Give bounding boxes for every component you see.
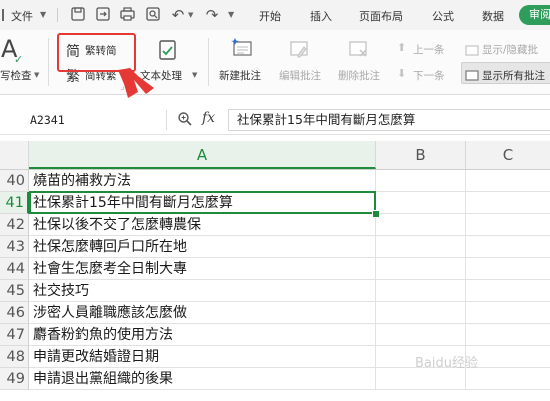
spell-check-button[interactable]: 写检查 bbox=[0, 68, 32, 83]
cell-b[interactable] bbox=[376, 302, 466, 324]
active-cell-border bbox=[29, 191, 376, 214]
ribbon-separator bbox=[48, 38, 49, 86]
row-header[interactable]: 48 bbox=[0, 346, 29, 368]
delete-comment-button[interactable]: 删除批注 bbox=[338, 68, 380, 83]
column-header-row: A B C bbox=[0, 141, 550, 170]
cell-b[interactable] bbox=[376, 214, 466, 236]
cell-c[interactable] bbox=[466, 236, 550, 258]
cell-c[interactable] bbox=[466, 170, 550, 192]
previous-comment-button[interactable]: 上一条 bbox=[413, 42, 445, 57]
cell-a[interactable]: 社交技巧 bbox=[29, 280, 376, 302]
cell-c[interactable] bbox=[466, 258, 550, 280]
cell-c[interactable] bbox=[466, 214, 550, 236]
print-preview-icon[interactable] bbox=[145, 7, 161, 23]
formula-separator bbox=[166, 110, 167, 130]
cell-a[interactable]: 社保以後不交了怎麼轉農保 bbox=[29, 214, 376, 236]
customize-toolbar-icon[interactable]: ▼ bbox=[228, 10, 234, 19]
edit-comment-icon bbox=[289, 40, 311, 64]
row-header[interactable]: 47 bbox=[0, 324, 29, 346]
cell-a[interactable]: 申請更改結婚證日期 bbox=[29, 346, 376, 368]
spell-check-dropdown-icon[interactable]: ▼ bbox=[34, 71, 39, 79]
cell-b[interactable] bbox=[376, 258, 466, 280]
column-header-b[interactable]: B bbox=[376, 141, 466, 169]
cell-b[interactable] bbox=[376, 368, 466, 390]
row-header[interactable]: 42 bbox=[0, 214, 29, 236]
edit-comment-button[interactable]: 编辑批注 bbox=[279, 68, 321, 83]
undo-icon[interactable]: ↶ bbox=[170, 7, 186, 23]
cell-b[interactable] bbox=[376, 280, 466, 302]
export-icon[interactable] bbox=[95, 7, 111, 23]
save-icon[interactable] bbox=[70, 7, 86, 23]
show-hide-comment-button[interactable]: 显示/隐藏批 bbox=[482, 42, 538, 57]
next-comment-icon: ⬇ bbox=[397, 67, 407, 80]
show-all-comments-icon bbox=[465, 67, 479, 86]
delete-comment-icon bbox=[348, 40, 370, 64]
ribbon-separator bbox=[208, 38, 209, 86]
undo-dropdown-icon[interactable]: ▼ bbox=[188, 11, 193, 19]
cell-a[interactable]: 麝香粉釣魚的使用方法 bbox=[29, 324, 376, 346]
new-comment-button[interactable]: 新建批注 bbox=[219, 68, 261, 83]
tab-review[interactable]: 审阅 bbox=[519, 5, 550, 25]
cell-a[interactable]: 申請退出黨組織的後果 bbox=[29, 368, 376, 390]
cell-c[interactable] bbox=[466, 280, 550, 302]
tab-page-layout[interactable]: 页面布局 bbox=[359, 8, 403, 24]
show-all-comments-button[interactable]: 显示所有批注 bbox=[482, 68, 545, 83]
row-header[interactable]: 49 bbox=[0, 368, 29, 390]
redo-icon[interactable]: ↷ bbox=[204, 7, 220, 23]
zoom-search-icon[interactable] bbox=[177, 111, 193, 131]
red-arrow-icon bbox=[118, 68, 154, 98]
cell-a[interactable]: 社保怎麼轉回戶口所在地 bbox=[29, 236, 376, 258]
print-icon[interactable] bbox=[119, 7, 135, 23]
cell-b[interactable] bbox=[376, 324, 466, 346]
cell-c[interactable] bbox=[466, 302, 550, 324]
file-menu[interactable]: 文件 bbox=[11, 8, 33, 24]
cell-b[interactable] bbox=[376, 236, 466, 258]
row-header[interactable]: 43 bbox=[0, 236, 29, 258]
cell-a[interactable]: 社會生怎麼考全日制大專 bbox=[29, 258, 376, 280]
column-header-c[interactable]: C bbox=[466, 141, 550, 169]
cell-c[interactable] bbox=[466, 192, 550, 214]
fx-label[interactable]: fx bbox=[202, 110, 215, 126]
text-processing-icon bbox=[157, 39, 179, 65]
cell-c[interactable] bbox=[466, 324, 550, 346]
cell-b[interactable] bbox=[376, 170, 466, 192]
column-header-a[interactable]: A bbox=[29, 141, 376, 169]
menu-toggle-icon[interactable] bbox=[0, 9, 8, 21]
cell-a[interactable]: 涉密人員離職應該怎麼做 bbox=[29, 302, 376, 324]
new-comment-icon bbox=[231, 37, 255, 65]
text-processing-dropdown-icon[interactable]: ▼ bbox=[192, 71, 197, 79]
row-header[interactable]: 44 bbox=[0, 258, 29, 280]
row-header[interactable]: 46 bbox=[0, 302, 29, 324]
file-dropdown-icon[interactable]: ▼ bbox=[40, 10, 46, 19]
row-header[interactable]: 45 bbox=[0, 280, 29, 302]
cell-b[interactable] bbox=[376, 192, 466, 214]
previous-comment-icon: ⬆ bbox=[397, 41, 407, 54]
tab-insert[interactable]: 插入 bbox=[310, 8, 332, 24]
name-box[interactable]: A2341 bbox=[0, 110, 160, 130]
next-comment-button[interactable]: 下一条 bbox=[413, 68, 445, 83]
tab-data[interactable]: 数据 bbox=[482, 8, 504, 24]
tab-home[interactable]: 开始 bbox=[259, 8, 281, 24]
cell-c[interactable] bbox=[466, 346, 550, 368]
tab-formula[interactable]: 公式 bbox=[432, 8, 454, 24]
show-hide-comment-icon bbox=[465, 42, 479, 61]
highlight-box bbox=[57, 33, 136, 72]
spell-check-wave-icon: ✓ bbox=[14, 53, 24, 66]
cell-a[interactable]: 燒苗的補救方法 bbox=[29, 170, 376, 192]
fill-handle[interactable] bbox=[372, 210, 380, 218]
cell-c[interactable] bbox=[466, 368, 550, 390]
menubar-separator bbox=[57, 8, 58, 22]
formula-input[interactable]: 社保累計15年中間有斷月怎麼算 bbox=[228, 109, 550, 131]
select-all-corner[interactable] bbox=[0, 141, 29, 169]
watermark: Baidu经验 bbox=[415, 356, 478, 371]
row-header[interactable]: 41 bbox=[0, 192, 29, 214]
row-header[interactable]: 40 bbox=[0, 170, 29, 192]
